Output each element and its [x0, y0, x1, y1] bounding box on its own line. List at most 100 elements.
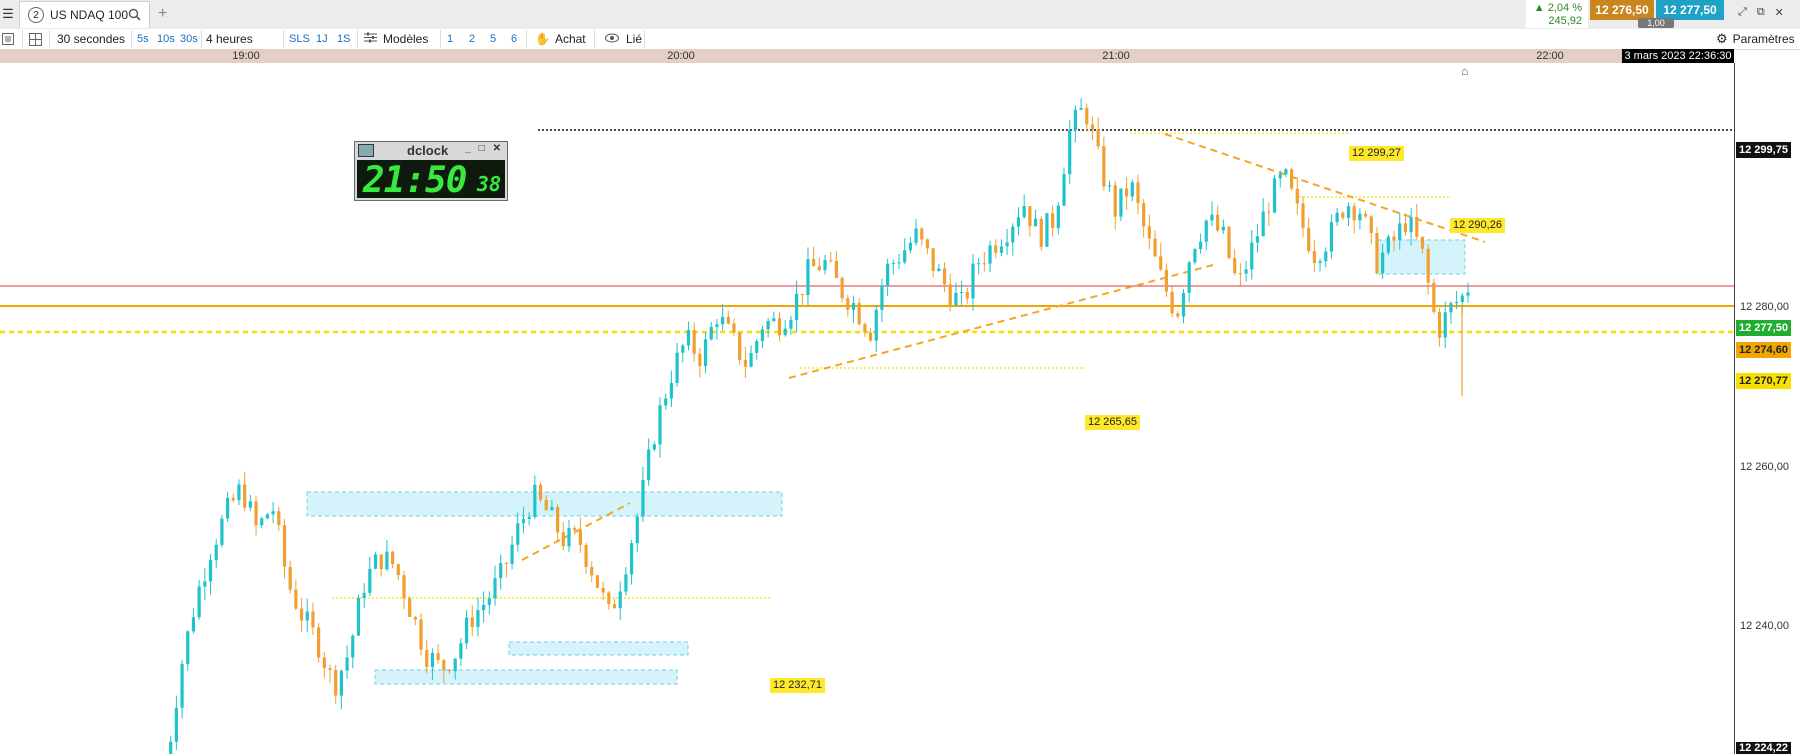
- layout-5-button[interactable]: 5: [490, 29, 496, 49]
- candle-body: [715, 324, 719, 328]
- buy-price-button[interactable]: 12 277,50: [1656, 0, 1724, 20]
- zone-rect: [374, 669, 678, 685]
- period-1j-button[interactable]: 1J: [316, 29, 328, 49]
- close-icon[interactable]: ✕: [493, 143, 501, 154]
- interval-30s-button[interactable]: 30s: [180, 29, 198, 49]
- candle-body: [356, 598, 361, 636]
- candle-body: [959, 291, 964, 293]
- candle-body: [311, 611, 315, 628]
- candle-body: [390, 551, 395, 565]
- maximize-icon[interactable]: □: [479, 143, 485, 154]
- annotation-resistance[interactable]: 12 290,26: [1450, 218, 1505, 233]
- candle-body: [1272, 178, 1277, 213]
- candle-body: [641, 480, 645, 517]
- candle-body: [516, 523, 520, 545]
- candle-body: [322, 657, 326, 669]
- period-sls-button[interactable]: SLS: [289, 29, 310, 49]
- candle-body: [1181, 292, 1186, 317]
- candle-body: [237, 484, 241, 501]
- candle-body: [305, 611, 309, 621]
- home-marker-icon[interactable]: ⌂: [1461, 64, 1468, 78]
- candle-body: [521, 518, 526, 524]
- expand-icon[interactable]: ⤢: [1738, 6, 1747, 19]
- candle-body: [703, 339, 708, 367]
- annotation-high[interactable]: 12 299,27: [1349, 146, 1404, 161]
- popout-icon[interactable]: ⧉: [1757, 6, 1765, 19]
- candle-body: [652, 444, 656, 450]
- candle-body: [225, 497, 230, 519]
- candle-body: [1170, 291, 1174, 314]
- settings-button[interactable]: ⚙ Paramètres: [1716, 29, 1795, 49]
- candle-body: [994, 245, 998, 253]
- search-icon[interactable]: [128, 8, 141, 24]
- candle-body: [271, 511, 275, 515]
- layout-grid-icon[interactable]: [29, 29, 42, 49]
- add-tab-button[interactable]: +: [158, 5, 167, 23]
- candle-body: [954, 292, 958, 306]
- candle-body: [1056, 205, 1060, 229]
- candle-body: [385, 551, 389, 570]
- list-icon[interactable]: [2, 29, 14, 49]
- candle-body: [328, 668, 332, 670]
- candle-body: [1352, 206, 1356, 221]
- candle-body: [601, 587, 605, 593]
- candle-body: [920, 228, 924, 240]
- settings-label: Paramètres: [1732, 32, 1795, 46]
- candle-body: [1392, 236, 1396, 241]
- range-selector[interactable]: 4 heures: [206, 29, 253, 49]
- interval-5s-button[interactable]: 5s: [137, 29, 149, 49]
- models-button[interactable]: Modèles: [364, 29, 428, 49]
- candle-body: [624, 574, 628, 592]
- candle-body: [464, 617, 469, 644]
- candle-body: [260, 518, 264, 526]
- price-tick: 12 260,00: [1740, 461, 1789, 473]
- annotation-mid[interactable]: 12 265,65: [1085, 415, 1140, 430]
- interval-10s-button[interactable]: 10s: [157, 29, 175, 49]
- layout-6-button[interactable]: 6: [511, 29, 517, 49]
- candle-body: [1466, 292, 1470, 296]
- candle-body: [897, 262, 901, 264]
- candle-body: [1090, 124, 1095, 130]
- trendline: [1164, 133, 1486, 243]
- candle-body: [1136, 182, 1140, 204]
- quantity-badge[interactable]: 1,00: [1638, 18, 1674, 28]
- tab-us-ndaq-100[interactable]: 2 US NDAQ 100: [19, 1, 150, 28]
- candle-body: [533, 484, 537, 517]
- buy-button[interactable]: ✋ Achat: [535, 29, 586, 49]
- dclock-window[interactable]: dclock _ □ ✕ 21:50 38: [354, 141, 508, 201]
- layout-2-button[interactable]: 2: [469, 29, 475, 49]
- candle-body: [317, 627, 321, 658]
- minimize-icon[interactable]: _: [465, 143, 471, 154]
- candle-body: [709, 327, 713, 340]
- candle-body: [1062, 174, 1066, 206]
- candle-body: [561, 532, 565, 547]
- layout-1-button[interactable]: 1: [447, 29, 453, 49]
- candle-body: [686, 329, 691, 346]
- annotation-low[interactable]: 12 232,71: [770, 678, 825, 693]
- candle-body: [1045, 213, 1049, 247]
- dclock-face: 21:50 38: [357, 160, 505, 201]
- candle-body: [1187, 262, 1191, 293]
- price-chart[interactable]: [0, 63, 1734, 754]
- candle-body: [402, 575, 406, 599]
- candle-body: [982, 263, 986, 265]
- close-icon[interactable]: ✕: [1775, 6, 1784, 19]
- candle-body: [1415, 216, 1419, 237]
- candle-body: [965, 291, 969, 299]
- candle-body: [1437, 311, 1442, 338]
- candle-body: [288, 566, 292, 590]
- interval-selector[interactable]: 30 secondes: [57, 29, 125, 49]
- candle-body: [863, 324, 867, 333]
- candle-body: [482, 604, 486, 611]
- linked-button[interactable]: Lié: [605, 29, 642, 49]
- menu-icon[interactable]: ☰: [0, 0, 16, 28]
- dclock-titlebar[interactable]: dclock _ □ ✕: [355, 142, 507, 159]
- sell-price-button[interactable]: 12 276,50: [1590, 0, 1654, 20]
- candle-body: [1324, 251, 1328, 262]
- candle-body: [584, 544, 588, 568]
- candle-body: [180, 663, 184, 708]
- dclock-controls: _ □ ✕: [465, 143, 501, 154]
- price-tick: 12 240,00: [1740, 620, 1789, 632]
- period-1s-button[interactable]: 1S: [337, 29, 350, 49]
- candle-body: [1113, 185, 1117, 217]
